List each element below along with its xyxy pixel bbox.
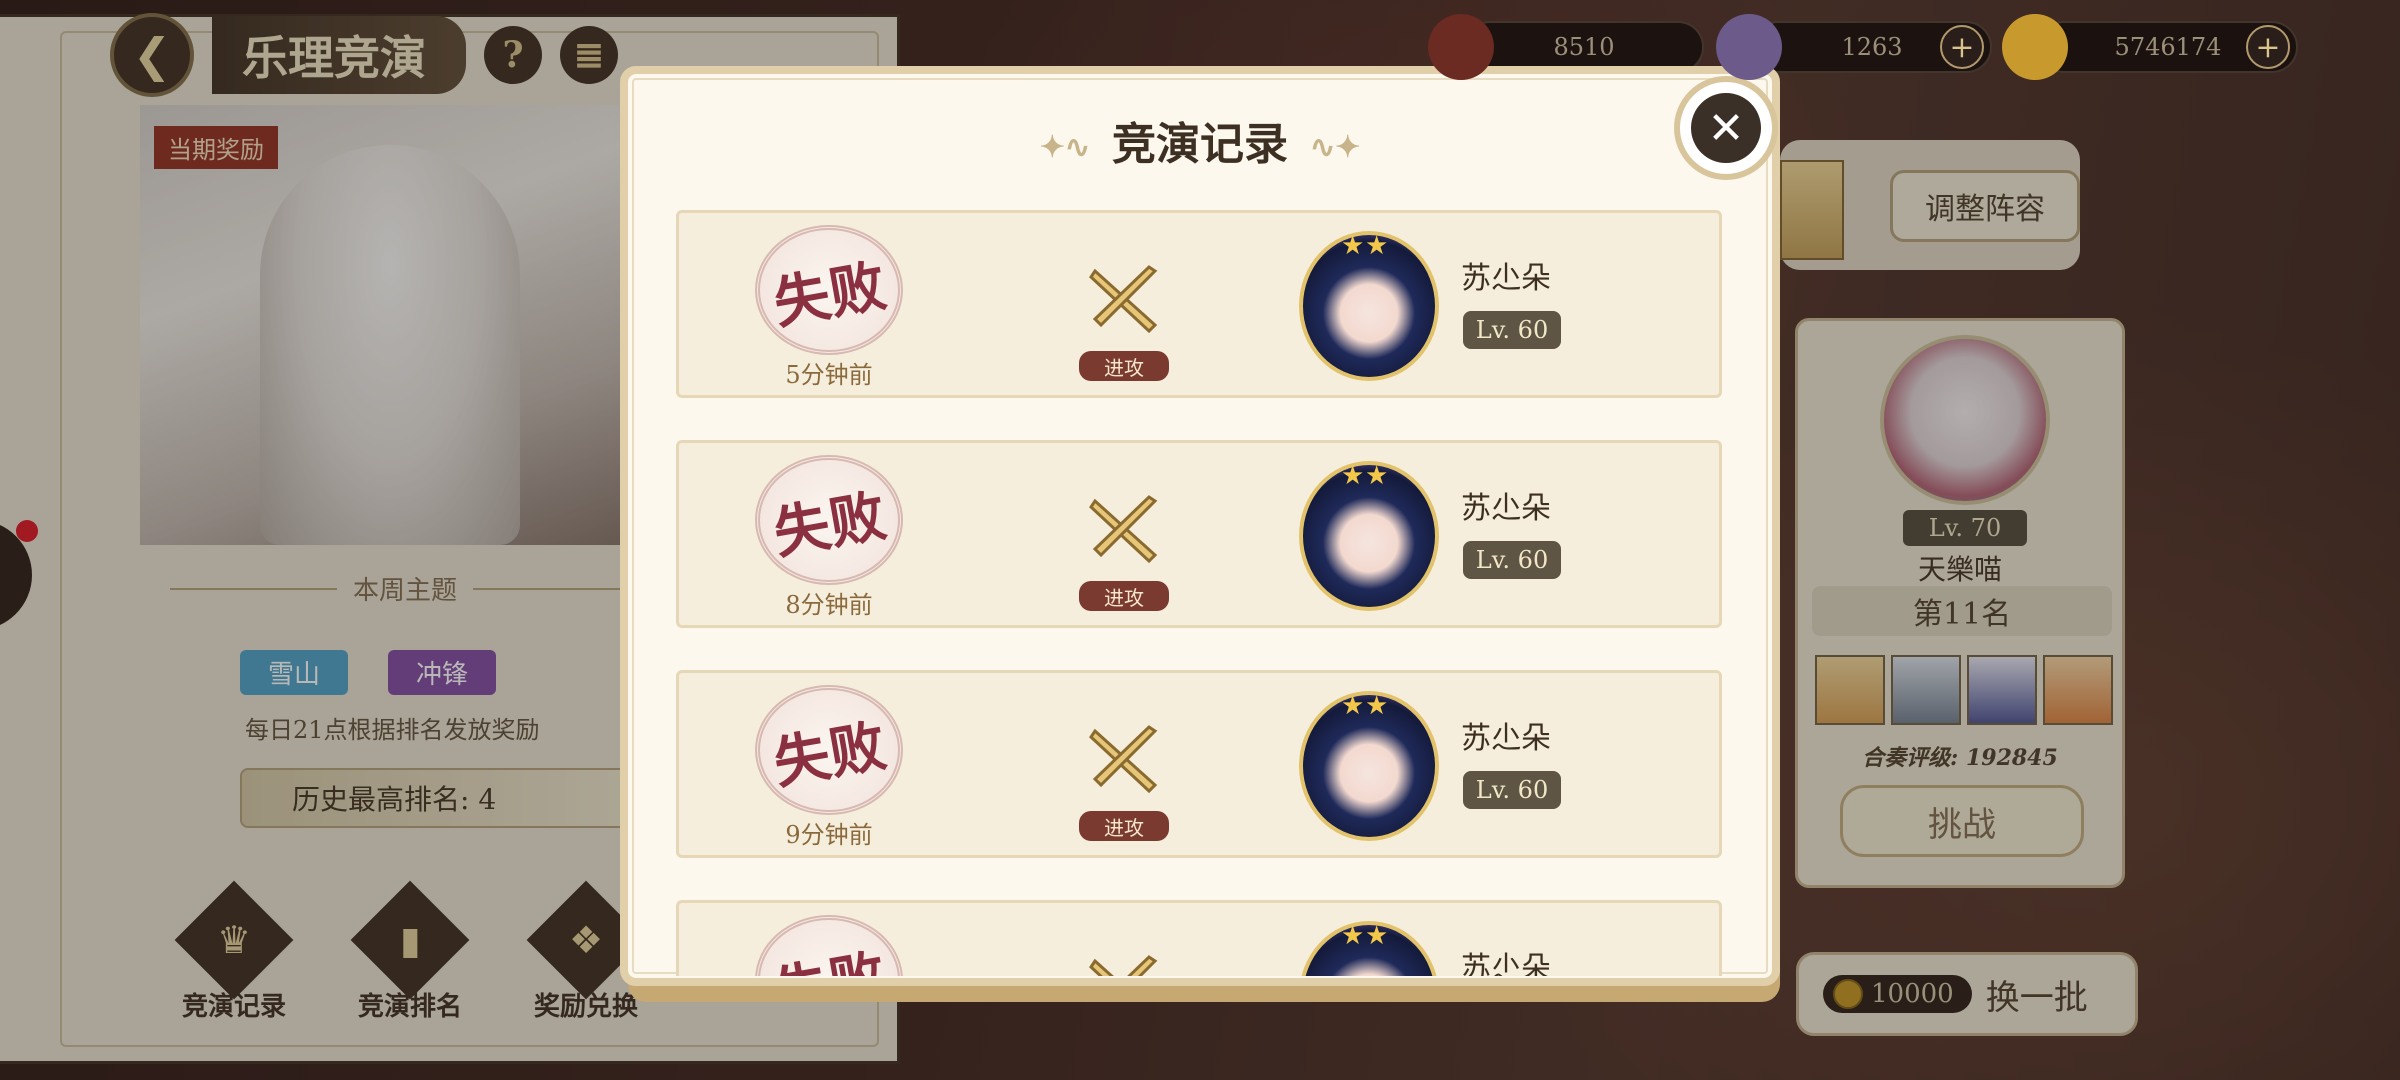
opponent-avatar[interactable]: ★ ★ bbox=[1299, 691, 1439, 841]
star-icon: ★ bbox=[1341, 461, 1365, 491]
gold-coin-icon bbox=[2002, 14, 2068, 80]
result-stamp: 失败 bbox=[755, 225, 903, 355]
star-icon: ★ bbox=[1341, 691, 1365, 721]
record-time: 9分钟前 bbox=[785, 821, 873, 849]
result-text: 失败 bbox=[768, 252, 891, 337]
star-icon: ★ bbox=[1341, 921, 1365, 951]
ornament-icon: ∿✦ bbox=[1310, 130, 1361, 165]
opponent-name: 苏尐朵 bbox=[1461, 261, 1551, 296]
record-time: 5分钟前 bbox=[785, 361, 873, 389]
opponent-avatar[interactable]: ★ ★ bbox=[1299, 461, 1439, 611]
record-time: 8分钟前 bbox=[785, 591, 873, 619]
close-icon: ✕ bbox=[1691, 93, 1761, 163]
attack-badge: 进攻 bbox=[1079, 351, 1169, 381]
opponent-avatar[interactable]: ★ ★ bbox=[1299, 231, 1439, 381]
result-stamp: 失败 bbox=[755, 915, 903, 976]
crossed-swords-icon bbox=[1089, 955, 1158, 976]
crossed-swords-icon bbox=[1089, 495, 1158, 564]
result-stamp: 失败 bbox=[755, 455, 903, 585]
result-text: 失败 bbox=[768, 482, 891, 567]
result-stamp: 失败 bbox=[755, 685, 903, 815]
close-button[interactable]: ✕ bbox=[1674, 76, 1778, 180]
attack-badge: 进攻 bbox=[1079, 811, 1169, 841]
attack-badge: 进攻 bbox=[1079, 581, 1169, 611]
opponent-name: 苏尐朵 bbox=[1461, 491, 1551, 526]
star-icon: ★ bbox=[1365, 921, 1389, 951]
opponent-name: 苏尐朵 bbox=[1461, 951, 1551, 976]
opponent-name: 苏尐朵 bbox=[1461, 721, 1551, 756]
crystal-currency-icon bbox=[1716, 14, 1782, 80]
opponent-level: Lv. 60 bbox=[1463, 541, 1561, 579]
crossed-swords-icon bbox=[1089, 725, 1158, 794]
record-row: 失败 ★★ 苏尐朵 bbox=[676, 900, 1722, 976]
modal-title-text: 竞演记录 bbox=[1112, 119, 1288, 170]
modal-title: ✦∿ 竞演记录 ∿✦ bbox=[620, 108, 1780, 172]
add-gold-button[interactable]: + bbox=[2246, 25, 2290, 69]
book-currency-icon bbox=[1428, 14, 1494, 80]
record-row: 失败 8分钟前 进攻 ★ ★ 苏尐朵 Lv. 60 bbox=[676, 440, 1722, 628]
result-text: 失败 bbox=[767, 930, 891, 976]
star-icon: ★ bbox=[1341, 231, 1365, 261]
add-crystal-button[interactable]: + bbox=[1940, 25, 1984, 69]
ornament-icon: ✦∿ bbox=[1039, 130, 1090, 165]
crossed-swords-icon bbox=[1089, 265, 1158, 334]
opponent-level: Lv. 60 bbox=[1463, 311, 1561, 349]
record-row: 失败 9分钟前 进攻 ★ ★ 苏尐朵 Lv. 60 bbox=[676, 670, 1722, 858]
star-icon: ★ bbox=[1365, 691, 1389, 721]
star-icon: ★ bbox=[1365, 231, 1389, 261]
opponent-level: Lv. 60 bbox=[1463, 771, 1561, 809]
opponent-avatar[interactable]: ★ ★ bbox=[1299, 921, 1439, 976]
record-row: 失败 5分钟前 进攻 ★ ★ 苏尐朵 Lv. 60 bbox=[676, 210, 1722, 398]
result-text: 失败 bbox=[768, 712, 891, 797]
records-list[interactable]: 失败 5分钟前 进攻 ★ ★ 苏尐朵 Lv. 60 失败 8分钟前 进攻 ★ ★ 苏… bbox=[676, 210, 1726, 976]
star-icon: ★ bbox=[1365, 461, 1389, 491]
